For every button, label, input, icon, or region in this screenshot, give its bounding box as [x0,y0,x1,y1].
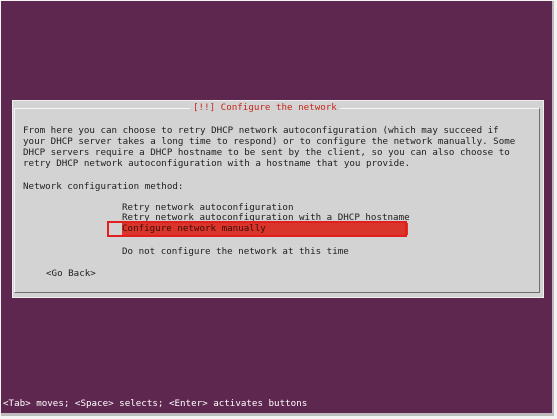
configuration-method-label: Network configuration method: [23,181,184,192]
go-back-button[interactable]: <Go Back> [46,268,96,279]
option-do-not-configure[interactable]: Do not configure the network at this tim… [122,246,349,257]
description-line-3: DHCP servers require a DHCP hostname to … [23,147,510,158]
installer-screen: [!!] Configure the network From here you… [1,1,554,416]
dialog-title: [!!] Configure the network [190,101,340,115]
description-line-2: your DHCP server takes a long time to re… [23,136,516,147]
option-configure-manually[interactable]: Configure network manually [122,223,408,235]
status-bar-hint: <Tab> moves; <Space> selects; <Enter> ac… [3,398,308,409]
option-retry-with-dhcp-hostname[interactable]: Retry network autoconfiguration with a D… [122,212,410,223]
configure-network-dialog: [!!] Configure the network From here you… [12,100,544,298]
description-line-1: From here you can choose to retry DHCP n… [23,125,499,136]
description-line-4: retry DHCP network autoconfiguration wit… [23,158,411,169]
